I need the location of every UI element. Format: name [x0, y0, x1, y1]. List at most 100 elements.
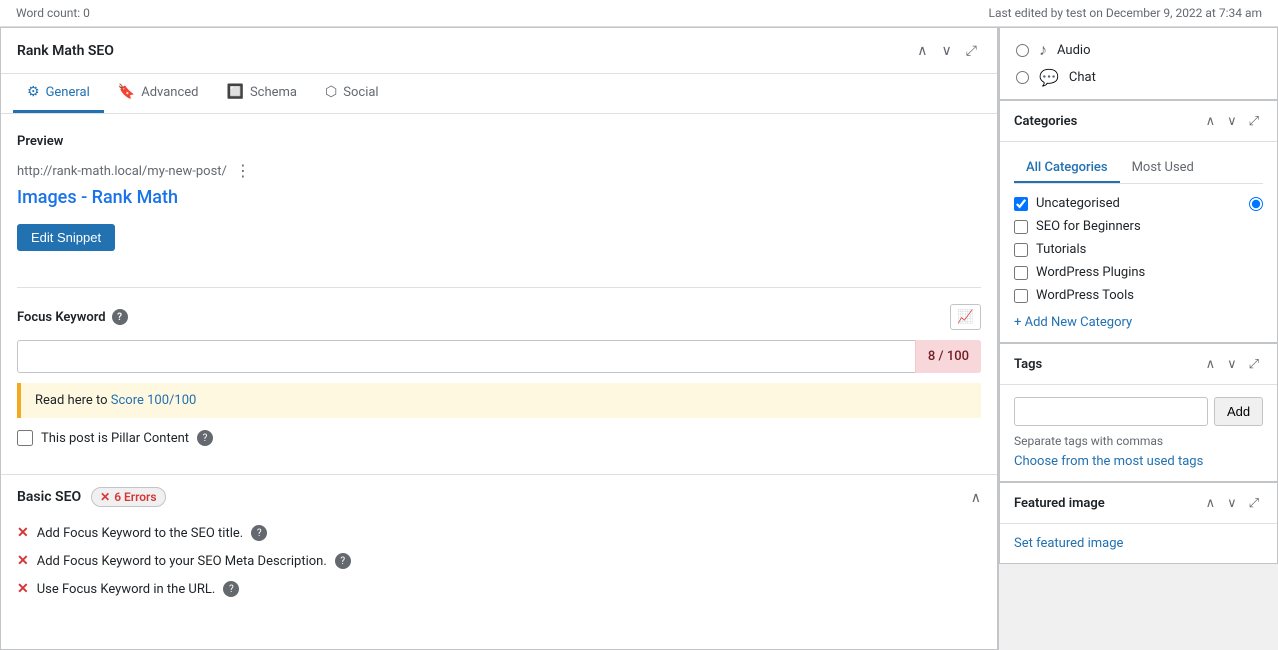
most-used-tags-link[interactable]: Choose from the most used tags — [1014, 454, 1203, 469]
left-panel: Rank Math SEO ∧ ∨ ⤢ ⚙ General 🔖 Advanced… — [0, 27, 998, 650]
rank-math-header: Rank Math SEO ∧ ∨ ⤢ — [1, 28, 997, 74]
rm-collapse-up-btn[interactable]: ∧ — [913, 40, 931, 61]
main-layout: Rank Math SEO ∧ ∨ ⤢ ⚙ General 🔖 Advanced… — [0, 27, 1278, 650]
cat-tab-most-used[interactable]: Most Used — [1120, 154, 1206, 183]
rm-collapse-down-btn[interactable]: ∨ — [938, 40, 956, 61]
score-link[interactable]: Score 100/100 — [111, 393, 197, 408]
error-x-icon-2: ✕ — [17, 553, 29, 569]
cat-checkbox-wp-tools[interactable] — [1014, 289, 1028, 303]
tab-advanced[interactable]: 🔖 Advanced — [104, 74, 213, 113]
error-badge: ✕ 6 Errors — [91, 487, 165, 507]
pillar-help-icon[interactable]: ? — [197, 430, 213, 446]
featured-image-up-btn[interactable]: ∧ — [1202, 493, 1220, 513]
category-list: Uncategorised SEO for Beginners Tutorial… — [1014, 196, 1263, 303]
cat-item-wp-plugins: WordPress Plugins — [1014, 265, 1263, 280]
edit-snippet-button[interactable]: Edit Snippet — [17, 224, 115, 251]
category-tabs: All Categories Most Used — [1014, 154, 1263, 184]
tab-general[interactable]: ⚙ General — [13, 74, 104, 113]
cat-item-seo-beginners: SEO for Beginners — [1014, 219, 1263, 234]
cat-checkbox-wp-plugins[interactable] — [1014, 266, 1028, 280]
featured-image-content: Set featured image — [1000, 524, 1277, 563]
cat-item-tutorials: Tutorials — [1014, 242, 1263, 257]
add-new-category-link[interactable]: + Add New Category — [1014, 315, 1132, 330]
rm-expand-btn[interactable]: ⤢ — [962, 40, 981, 61]
keyword-score: 8 / 100 — [915, 340, 981, 373]
keyword-input[interactable] — [17, 340, 981, 373]
tab-social[interactable]: ⬡ Social — [311, 74, 393, 113]
trend-button[interactable]: 📈 — [950, 304, 981, 330]
cat-label-uncategorised: Uncategorised — [1036, 196, 1120, 211]
tab-advanced-label: Advanced — [141, 85, 198, 100]
basic-seo-collapse-btn[interactable]: ∧ — [971, 489, 981, 506]
tags-title: Tags — [1014, 357, 1042, 372]
cat-label-wp-tools: WordPress Tools — [1036, 288, 1134, 303]
post-format-section: ♪ Audio 💬 Chat — [999, 27, 1278, 100]
tag-input[interactable] — [1014, 397, 1208, 426]
top-bar: Word count: 0 Last edited by test on Dec… — [0, 0, 1278, 27]
gear-icon: ⚙ — [27, 84, 40, 100]
format-audio-label: Audio — [1057, 43, 1090, 58]
cat-checkbox-tutorials[interactable] — [1014, 243, 1028, 257]
cat-label-tutorials: Tutorials — [1036, 242, 1086, 257]
cat-tab-all[interactable]: All Categories — [1014, 154, 1120, 183]
focus-keyword-help-icon[interactable]: ? — [112, 309, 128, 325]
last-edited: Last edited by test on December 9, 2022 … — [988, 6, 1262, 20]
featured-image-expand-btn[interactable]: ⤢ — [1245, 493, 1263, 513]
tags-down-btn[interactable]: ∨ — [1223, 354, 1241, 374]
tags-expand-btn[interactable]: ⤢ — [1245, 354, 1263, 374]
cat-radio-uncategorised[interactable] — [1249, 197, 1263, 211]
social-icon: ⬡ — [325, 84, 337, 100]
categories-expand-btn[interactable]: ⤢ — [1245, 111, 1263, 131]
pillar-content-checkbox[interactable] — [17, 430, 33, 446]
featured-image-down-btn[interactable]: ∨ — [1223, 493, 1241, 513]
format-item-chat[interactable]: 💬 Chat — [1016, 68, 1261, 87]
tab-schema-label: Schema — [250, 85, 297, 100]
error-x-icon-1: ✕ — [17, 525, 29, 541]
chat-icon: 💬 — [1039, 68, 1059, 87]
alert-box: Read here to Score 100/100 — [17, 383, 981, 418]
categories-up-btn[interactable]: ∧ — [1202, 111, 1220, 131]
set-featured-image-link[interactable]: Set featured image — [1014, 536, 1123, 551]
divider — [17, 287, 981, 288]
tag-separator-text: Separate tags with commas — [1014, 434, 1263, 448]
basic-seo-title: Basic SEO ✕ 6 Errors — [17, 487, 166, 507]
format-item-audio[interactable]: ♪ Audio — [1016, 40, 1261, 60]
cat-item-uncategorised: Uncategorised — [1014, 196, 1263, 211]
schema-icon: 🔲 — [227, 84, 244, 100]
focus-keyword-label: Focus Keyword ? — [17, 309, 128, 325]
categories-title: Categories — [1014, 114, 1077, 129]
error-count: 6 Errors — [114, 490, 156, 504]
url-menu-button[interactable]: ⋮ — [235, 161, 251, 181]
tag-input-row: Add — [1014, 397, 1263, 426]
error-help-3[interactable]: ? — [223, 581, 239, 597]
tags-widget: Tags ∧ ∨ ⤢ Add Separate tags with commas… — [999, 343, 1278, 482]
tags-content: Add Separate tags with commas Choose fro… — [1000, 385, 1277, 481]
error-x-icon-3: ✕ — [17, 581, 29, 597]
error-text-3: Use Focus Keyword in the URL. — [37, 582, 216, 597]
categories-down-btn[interactable]: ∨ — [1223, 111, 1241, 131]
audio-icon: ♪ — [1039, 40, 1047, 60]
tag-add-button[interactable]: Add — [1214, 397, 1263, 426]
categories-content: All Categories Most Used Uncategorised S… — [1000, 142, 1277, 342]
tags-up-btn[interactable]: ∧ — [1202, 354, 1220, 374]
error-text-2: Add Focus Keyword to your SEO Meta Descr… — [37, 554, 327, 569]
error-list: ✕ Add Focus Keyword to the SEO title. ? … — [1, 519, 997, 619]
cat-item-wp-tools: WordPress Tools — [1014, 288, 1263, 303]
cat-checkbox-uncategorised[interactable] — [1014, 197, 1028, 211]
word-count: Word count: 0 — [16, 6, 90, 20]
tab-schema[interactable]: 🔲 Schema — [213, 74, 312, 113]
focus-keyword-header: Focus Keyword ? 📈 — [17, 304, 981, 330]
cat-label-wp-plugins: WordPress Plugins — [1036, 265, 1145, 280]
error-help-2[interactable]: ? — [335, 553, 351, 569]
pillar-content-label[interactable]: This post is Pillar Content — [41, 431, 189, 446]
error-help-1[interactable]: ? — [251, 525, 267, 541]
basic-seo-header: Basic SEO ✕ 6 Errors ∧ — [1, 474, 997, 519]
categories-header: Categories ∧ ∨ ⤢ — [1000, 101, 1277, 142]
rm-tabs: ⚙ General 🔖 Advanced 🔲 Schema ⬡ Social — [1, 74, 997, 114]
format-chat-radio[interactable] — [1016, 71, 1029, 84]
format-audio-radio[interactable] — [1016, 44, 1029, 57]
format-chat-label: Chat — [1069, 70, 1096, 85]
cat-checkbox-seo-beginners[interactable] — [1014, 220, 1028, 234]
error-item-1: ✕ Add Focus Keyword to the SEO title. ? — [17, 519, 981, 547]
post-title-link[interactable]: Images - Rank Math — [17, 187, 981, 208]
